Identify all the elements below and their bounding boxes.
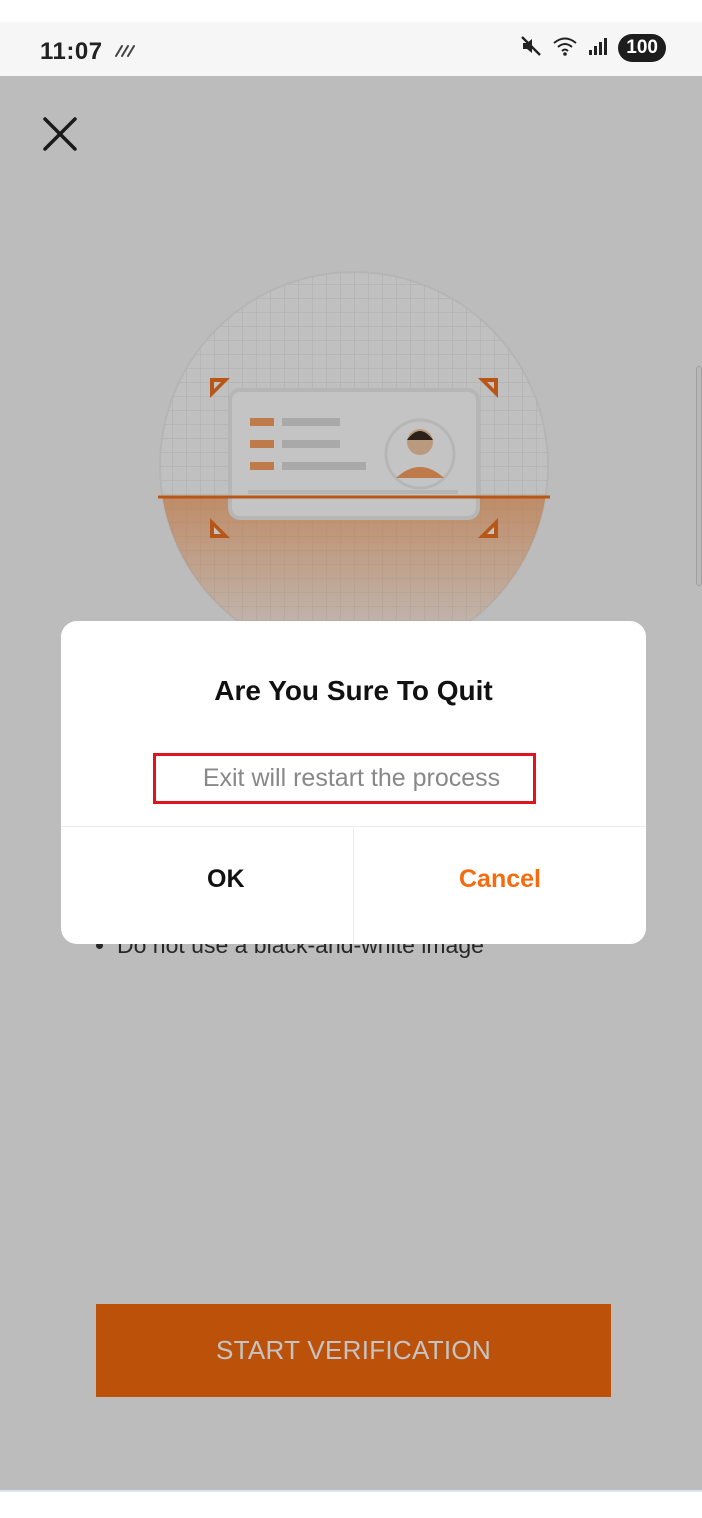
battery-icon: 100 [618, 34, 666, 62]
quit-confirmation-dialog: Are You Sure To Quit Exit will restart t… [61, 621, 646, 944]
status-bar: 11:07 100 [0, 22, 702, 76]
status-icons: 100 [520, 34, 666, 62]
notification-icon [114, 44, 136, 63]
dialog-message: Exit will restart the process [202, 764, 501, 792]
signal-icon [588, 36, 608, 61]
cancel-button[interactable]: Cancel [354, 827, 646, 931]
phone-screen: 11:07 100 Do not use a black-and-white i… [0, 0, 702, 1518]
bottom-strip [0, 1490, 702, 1518]
status-time: 11:07 [40, 38, 103, 65]
mute-icon [520, 35, 542, 62]
ok-button[interactable]: OK [79, 827, 371, 931]
wifi-icon [552, 35, 578, 62]
message-highlight-box: Exit will restart the process [153, 753, 536, 804]
dialog-title: Are You Sure To Quit [214, 675, 493, 706]
